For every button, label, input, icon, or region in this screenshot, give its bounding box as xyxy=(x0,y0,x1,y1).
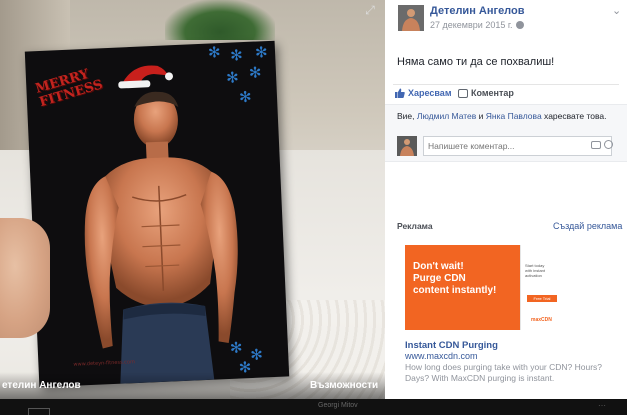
post-text: Няма само ти да се похвалиш! xyxy=(397,56,555,68)
post-date-text[interactable]: 27 декември 2015 г. xyxy=(430,20,513,30)
snowflake-icon: ✻ xyxy=(238,88,252,107)
likes-suffix: харесвате това. xyxy=(541,111,607,121)
commenter-avatar xyxy=(397,136,417,156)
ad-description: How long does purging take with your CDN… xyxy=(405,362,603,383)
globe-icon xyxy=(515,21,524,29)
likes-prefix: Вие, xyxy=(397,111,417,121)
liker-link[interactable]: Людмил Матев xyxy=(417,111,476,121)
background-plant xyxy=(165,0,275,40)
post-panel: Детелин Ангелов 27 декември 2015 г. ⌄ Ня… xyxy=(385,0,627,399)
photo-viewer: MERRY FITNESS www.deteyn-fitness.com ✻ ✻… xyxy=(0,0,627,415)
liker-link[interactable]: Янка Павлова xyxy=(486,111,542,121)
post-date[interactable]: 27 декември 2015 г. xyxy=(430,20,524,30)
options-link[interactable]: Възможности xyxy=(310,380,378,391)
comment-label: Коментар xyxy=(471,88,514,98)
ad-side-line: activation xyxy=(525,273,542,278)
chevron-down-icon[interactable]: ⌄ xyxy=(612,4,621,17)
camera-icon[interactable] xyxy=(591,141,601,149)
ad-side-panel: Start today with instant activation Free… xyxy=(520,245,564,330)
ad-logo: maxCDN xyxy=(531,317,552,323)
avatar-figure-icon xyxy=(397,136,417,156)
divider xyxy=(393,84,619,85)
ad-headline: Don't wait! Purge CDN content instantly! xyxy=(413,261,496,297)
comment-button[interactable]: Коментар xyxy=(458,88,514,98)
avatar-figure-icon xyxy=(398,5,424,31)
ad-title[interactable]: Instant CDN Purging xyxy=(405,340,498,351)
author-avatar[interactable] xyxy=(398,5,424,31)
strip-name: Georgi Mitov xyxy=(318,402,358,409)
strip-dots-icon[interactable]: ⋯ xyxy=(598,401,606,410)
ad-headline-line: content instantly! xyxy=(413,285,497,296)
ad-header: Реклама xyxy=(397,221,433,231)
strip-thumbnail[interactable] xyxy=(28,408,50,415)
comment-input[interactable] xyxy=(423,136,612,156)
likes-and: и xyxy=(476,111,486,121)
snowflake-icon: ✻ xyxy=(249,346,264,365)
snowflake-icon: ✻ xyxy=(207,44,221,62)
like-button[interactable]: Харесвам xyxy=(395,88,451,98)
holding-thumb xyxy=(0,218,50,338)
ad-image[interactable]: Don't wait! Purge CDN content instantly!… xyxy=(405,245,564,330)
snowflake-icon: ✻ xyxy=(248,64,262,82)
emoji-icon[interactable] xyxy=(604,140,613,149)
author-name[interactable]: Детелин Ангелов xyxy=(430,5,525,17)
ad-headline-line: Purge CDN xyxy=(413,273,466,284)
create-ad-link[interactable]: Създай реклама xyxy=(553,221,622,231)
like-label: Харесвам xyxy=(408,88,452,98)
snowflake-icon: ✻ xyxy=(225,69,240,87)
thumbs-up-icon xyxy=(395,88,405,98)
expand-icon[interactable]: ⤢ xyxy=(363,3,377,17)
ad-domain[interactable]: www.maxcdn.com xyxy=(405,351,478,361)
ad-trial-button[interactable]: Free Trial xyxy=(527,295,557,302)
likes-summary: Вие, Людмил Матев и Янка Павлова харесва… xyxy=(397,111,607,121)
ad-side-text: Start today with instant activation xyxy=(525,263,545,278)
snowflake-icon: ✻ xyxy=(229,339,243,357)
bottom-strip xyxy=(0,399,627,415)
comment-bubble-icon xyxy=(458,88,468,98)
snowflake-icon: ✻ xyxy=(229,47,244,65)
photo-owner-name[interactable]: етелин Ангелов xyxy=(2,380,81,391)
snowflake-icon: ✻ xyxy=(254,44,269,62)
photo-stage[interactable]: MERRY FITNESS www.deteyn-fitness.com ✻ ✻… xyxy=(0,0,385,415)
christmas-card: MERRY FITNESS www.deteyn-fitness.com ✻ ✻… xyxy=(24,40,290,388)
ad-headline-line: Don't wait! xyxy=(413,261,464,272)
